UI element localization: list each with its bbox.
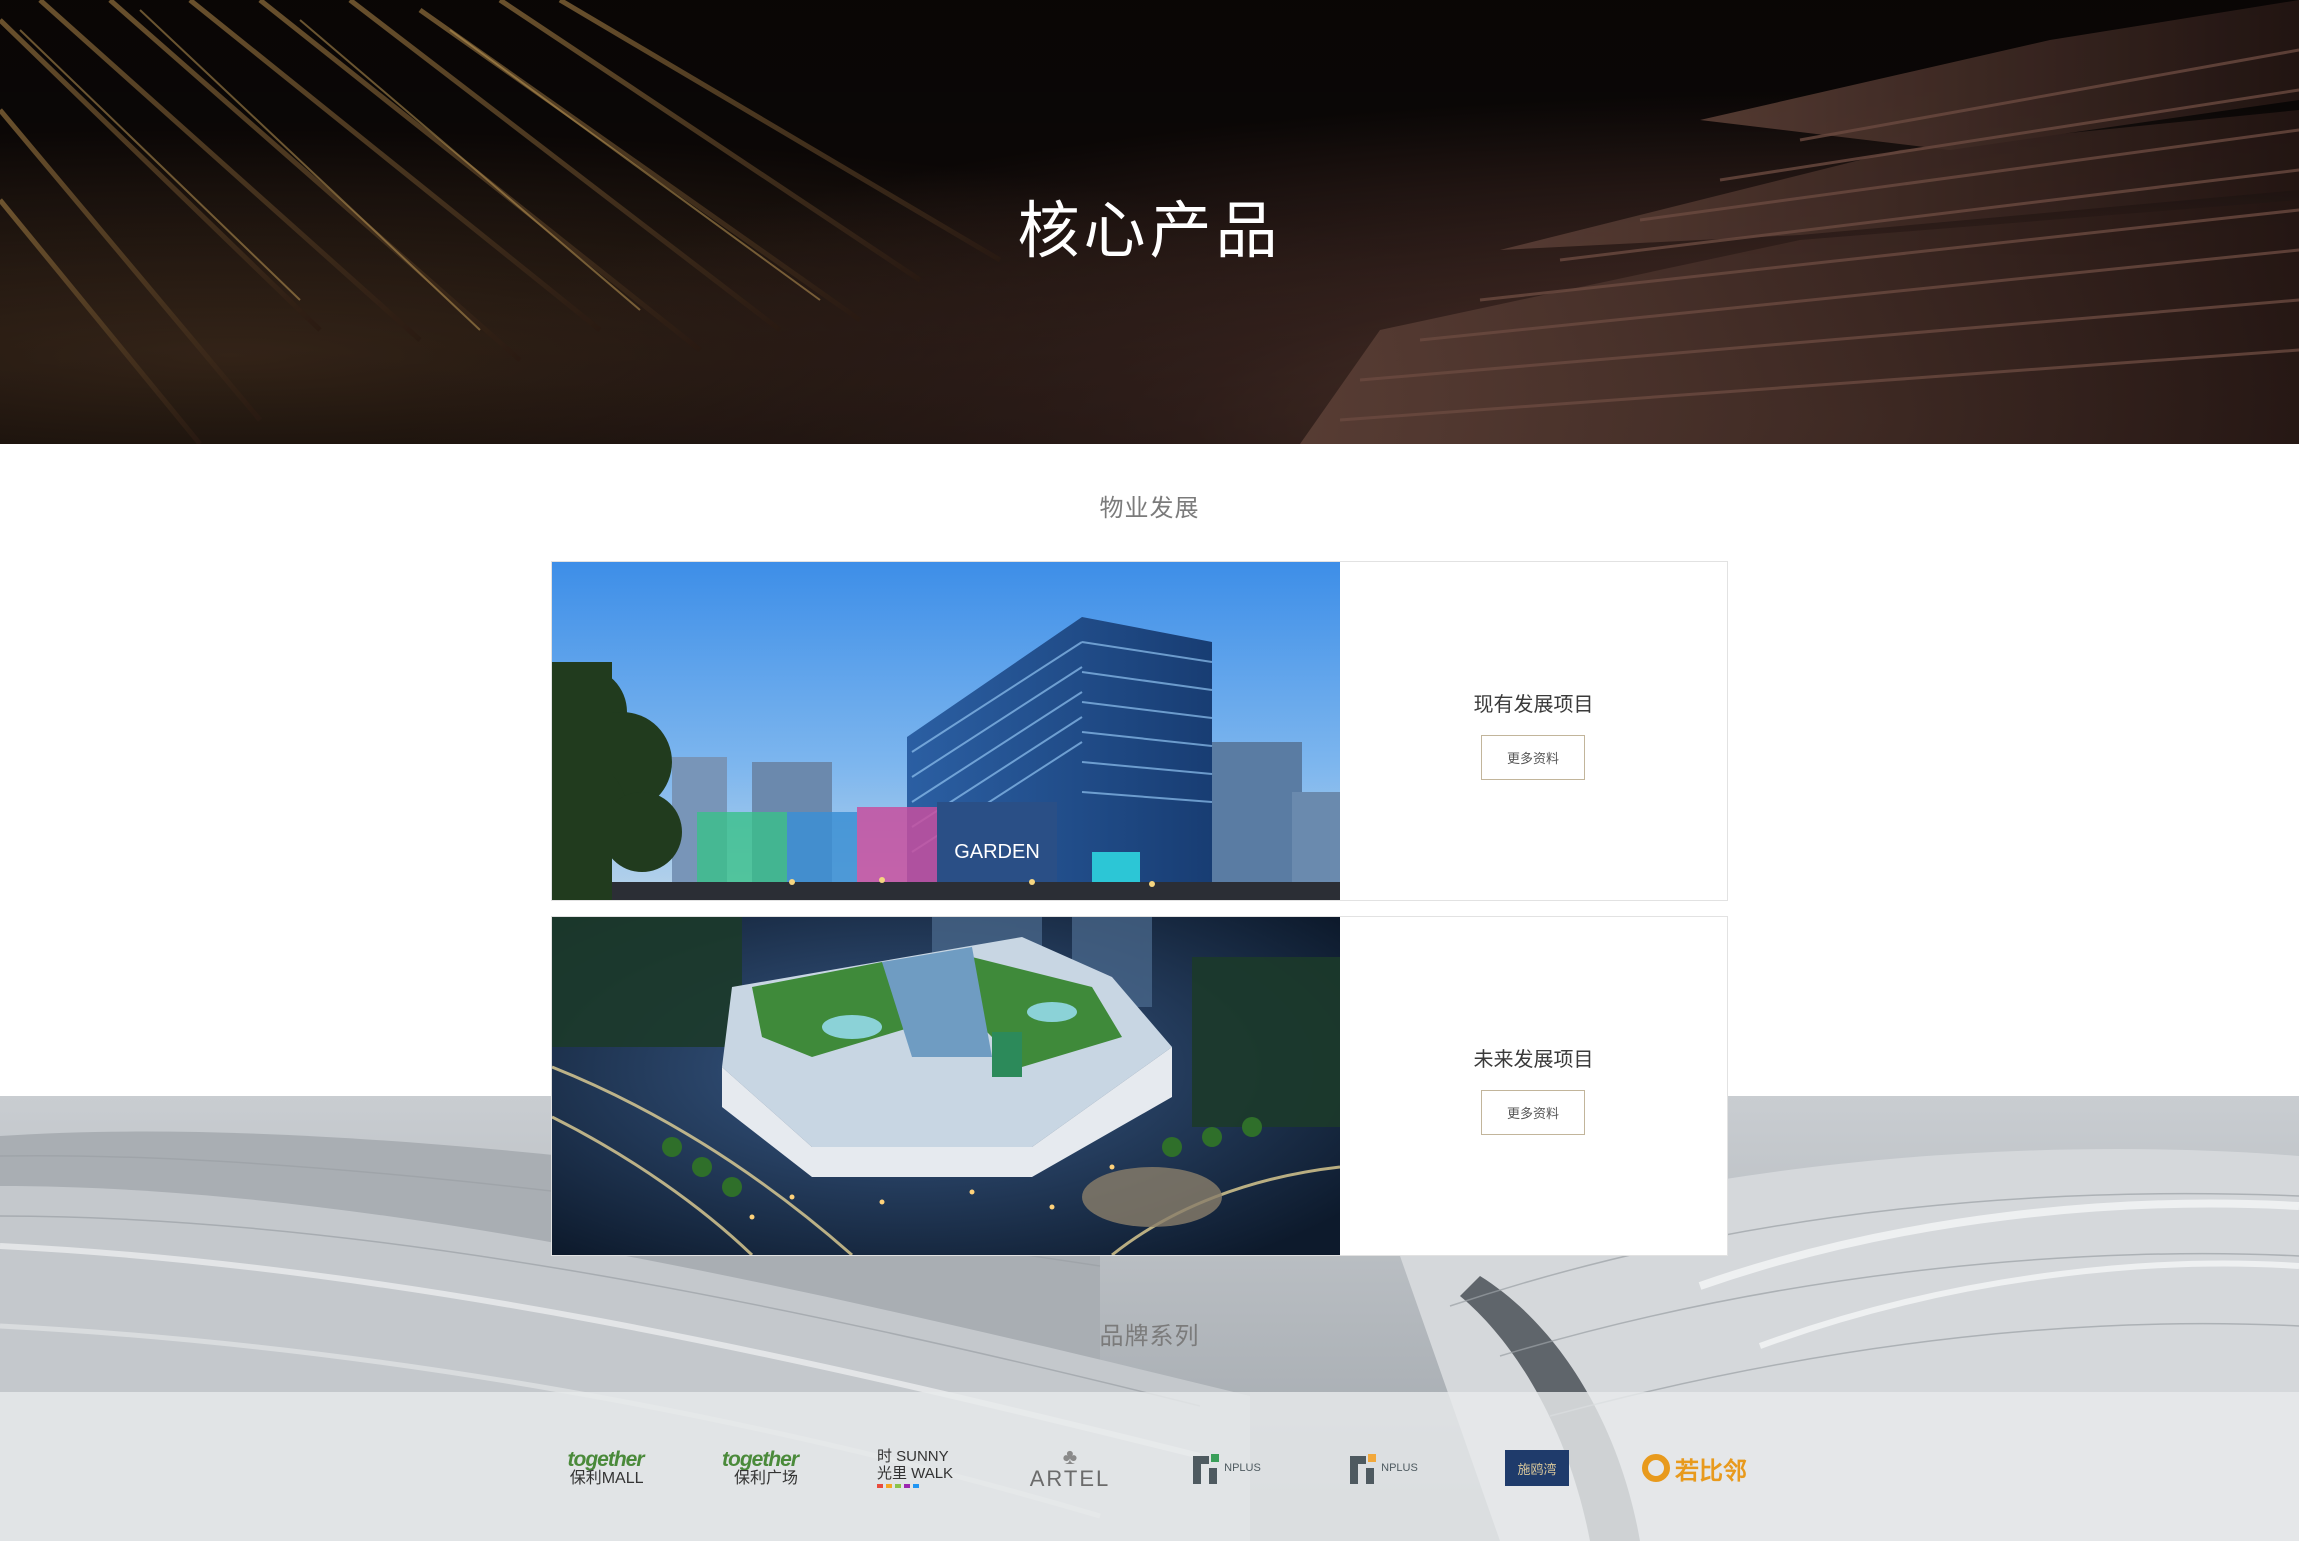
brand-logo-navy[interactable]: 施鸥湾 [1505, 1440, 1569, 1496]
hero-banner: 核心产品 [0, 0, 2299, 444]
ruobilin-ring-icon [1642, 1454, 1670, 1482]
existing-project-photo: GARDEN [552, 562, 1340, 900]
brand-navy-badge: 施鸥湾 [1505, 1450, 1569, 1486]
page-title: 核心产品 [1017, 194, 1282, 267]
brand-section-title: 品牌系列 [1099, 1322, 1200, 1350]
existing-project-info: 现有发展项目 更多资料 [1340, 562, 1727, 900]
brand-nplus-1-label: NPLUS [1224, 1462, 1261, 1474]
existing-project-image[interactable]: GARDEN [552, 562, 1340, 900]
brand-logo-sunny-walk[interactable]: 时 SUNNY 光里 WALK [876, 1440, 954, 1496]
brand-navy-label: 施鸥湾 [1517, 1461, 1557, 1477]
brand-sunny-walk-line1: 时 SUNNY [876, 1447, 949, 1465]
brand-sunny-walk-line2: 光里 WALK [876, 1465, 954, 1482]
nplus-logo-icon [1350, 1454, 1377, 1484]
brand-logo-poly-plaza[interactable]: together 保利广场 [710, 1440, 810, 1496]
brand-ruobilin-label: 若比邻 [1675, 1457, 1747, 1485]
brand-sunny-walk-dots [876, 1484, 953, 1489]
brand-artel-label: ARTEL [1029, 1466, 1111, 1491]
brand-logo-artel[interactable]: ♣ ARTEL [1030, 1440, 1110, 1496]
future-project-info: 未来发展项目 更多资料 [1340, 917, 1727, 1255]
brand-strip [0, 1392, 2299, 1541]
nplus-logo-icon [1193, 1454, 1220, 1484]
future-project-title: 未来发展项目 [1473, 1047, 1594, 1071]
brand-poly-plaza-line1: together [722, 1448, 799, 1471]
brand-poly-plaza-line2: 保利广场 [733, 1470, 798, 1487]
brand-poly-mall-line2: 保利MALL [569, 1470, 644, 1487]
project-card-future: 未来发展项目 更多资料 [551, 916, 1728, 1256]
brand-logo-poly-mall[interactable]: together 保利MALL [548, 1440, 663, 1496]
property-section-title: 物业发展 [1099, 494, 1200, 522]
brand-logo-nplus-1[interactable]: NPLUS [1186, 1440, 1266, 1496]
future-project-image[interactable] [552, 917, 1340, 1255]
brand-nplus-2-label: NPLUS [1381, 1462, 1418, 1474]
brand-poly-mall-line1: together [567, 1448, 645, 1471]
brand-logo-nplus-2[interactable]: NPLUS [1343, 1440, 1423, 1496]
future-project-photo [552, 917, 1340, 1255]
future-project-more-button[interactable]: 更多资料 [1481, 1090, 1585, 1135]
project-card-existing: GARDEN 现有发展项目 更多资料 [551, 561, 1728, 901]
existing-project-more-button[interactable]: 更多资料 [1481, 735, 1585, 780]
existing-project-sign: GARDEN [954, 841, 1040, 863]
brand-logo-ruobilin[interactable]: 若比邻 [1638, 1440, 1750, 1496]
existing-project-title: 现有发展项目 [1473, 692, 1594, 716]
tree-icon: ♣ [1062, 1444, 1078, 1469]
